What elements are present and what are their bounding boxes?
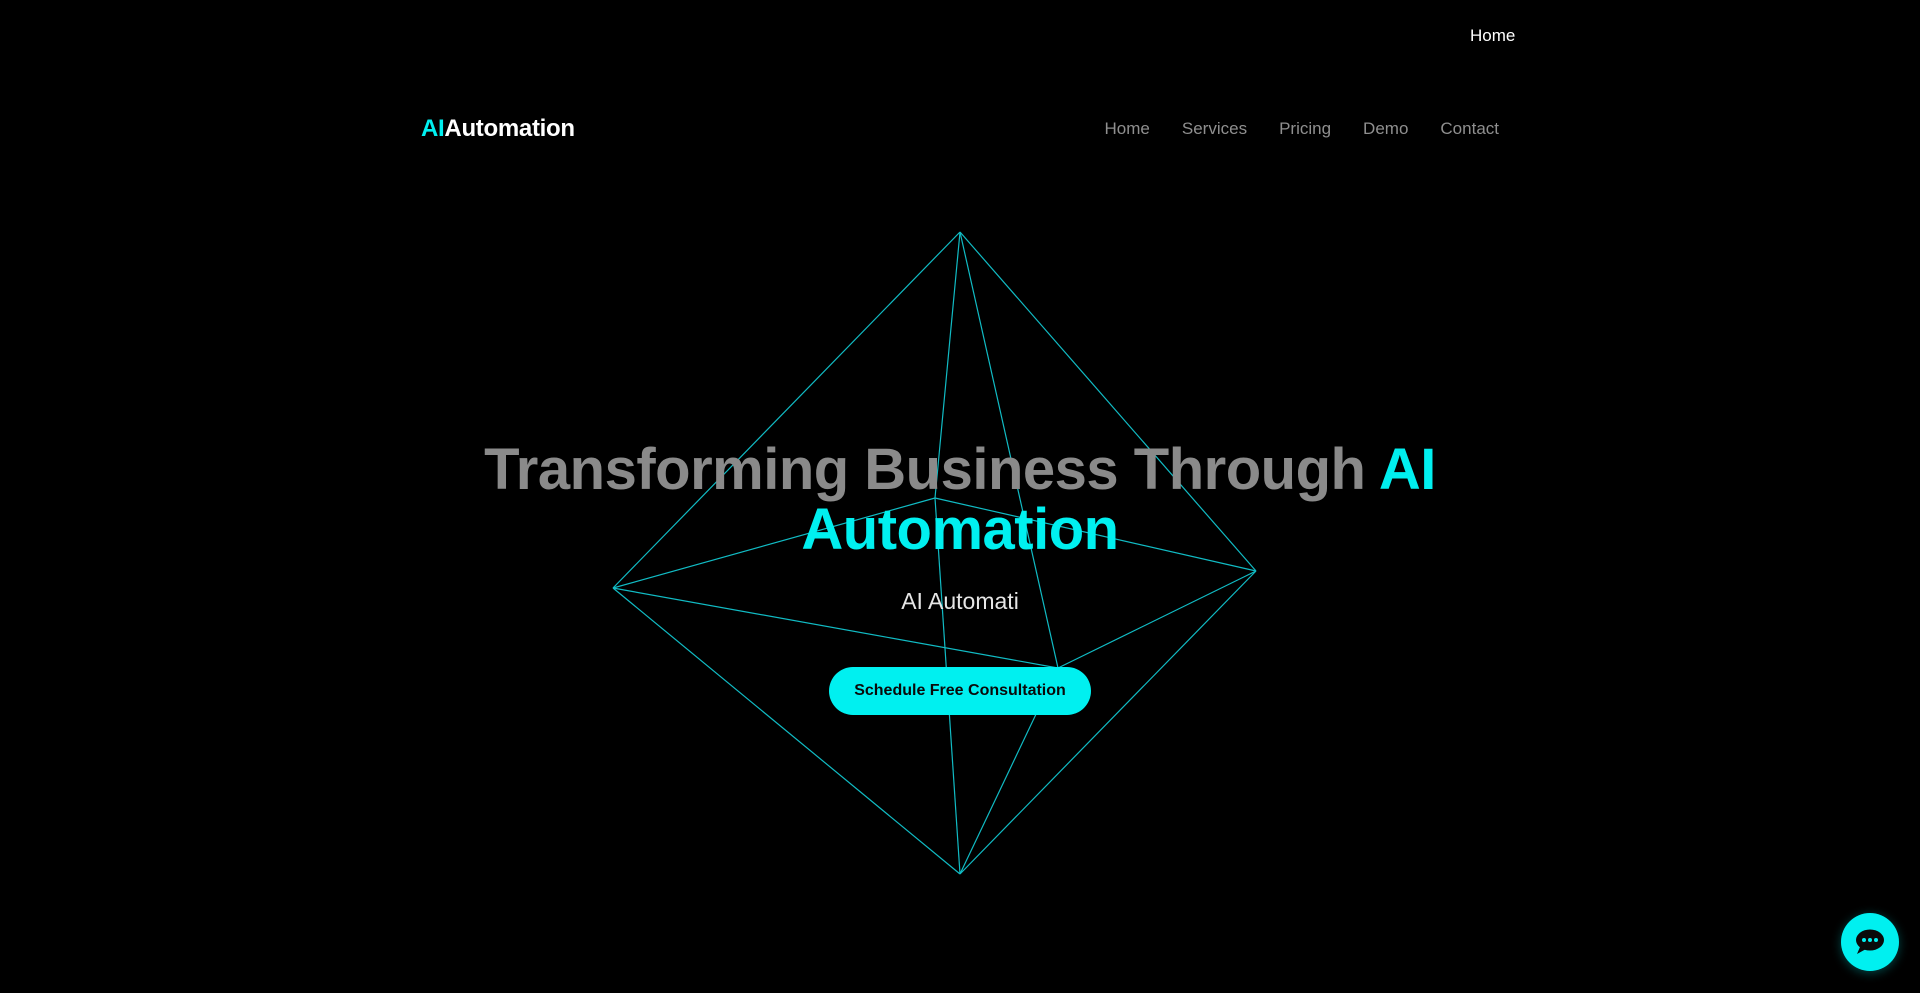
brand-logo-text: Automation [444,115,575,142]
top-home-link[interactable]: Home [1470,26,1515,46]
brand-logo[interactable]: AIAutomation [421,115,575,143]
hero-title-main: Transforming Business Through [484,437,1379,502]
hero-title: Transforming Business Through AI Automat… [0,440,1920,560]
brand-logo-accent: AI [421,115,445,142]
navbar: AIAutomation Home Services Pricing Demo … [421,112,1499,146]
schedule-consultation-button[interactable]: Schedule Free Consultation [829,667,1091,715]
hero-subtitle: AI Automati [901,588,1019,614]
nav-item-pricing[interactable]: Pricing [1279,119,1331,139]
nav-item-demo[interactable]: Demo [1363,119,1408,139]
chat-bubble-icon [1856,929,1884,954]
page: Home AIAutomation Home Services Pricing … [0,0,1920,993]
nav-item-home[interactable]: Home [1105,119,1150,139]
hero-title-accent-automation: Automation [801,497,1119,562]
hero-title-accent-ai: AI [1378,437,1437,502]
nav-item-services[interactable]: Services [1182,119,1247,139]
nav-item-contact[interactable]: Contact [1440,119,1499,139]
nav-links: Home Services Pricing Demo Contact [1105,119,1499,139]
chat-button[interactable] [1841,913,1899,971]
